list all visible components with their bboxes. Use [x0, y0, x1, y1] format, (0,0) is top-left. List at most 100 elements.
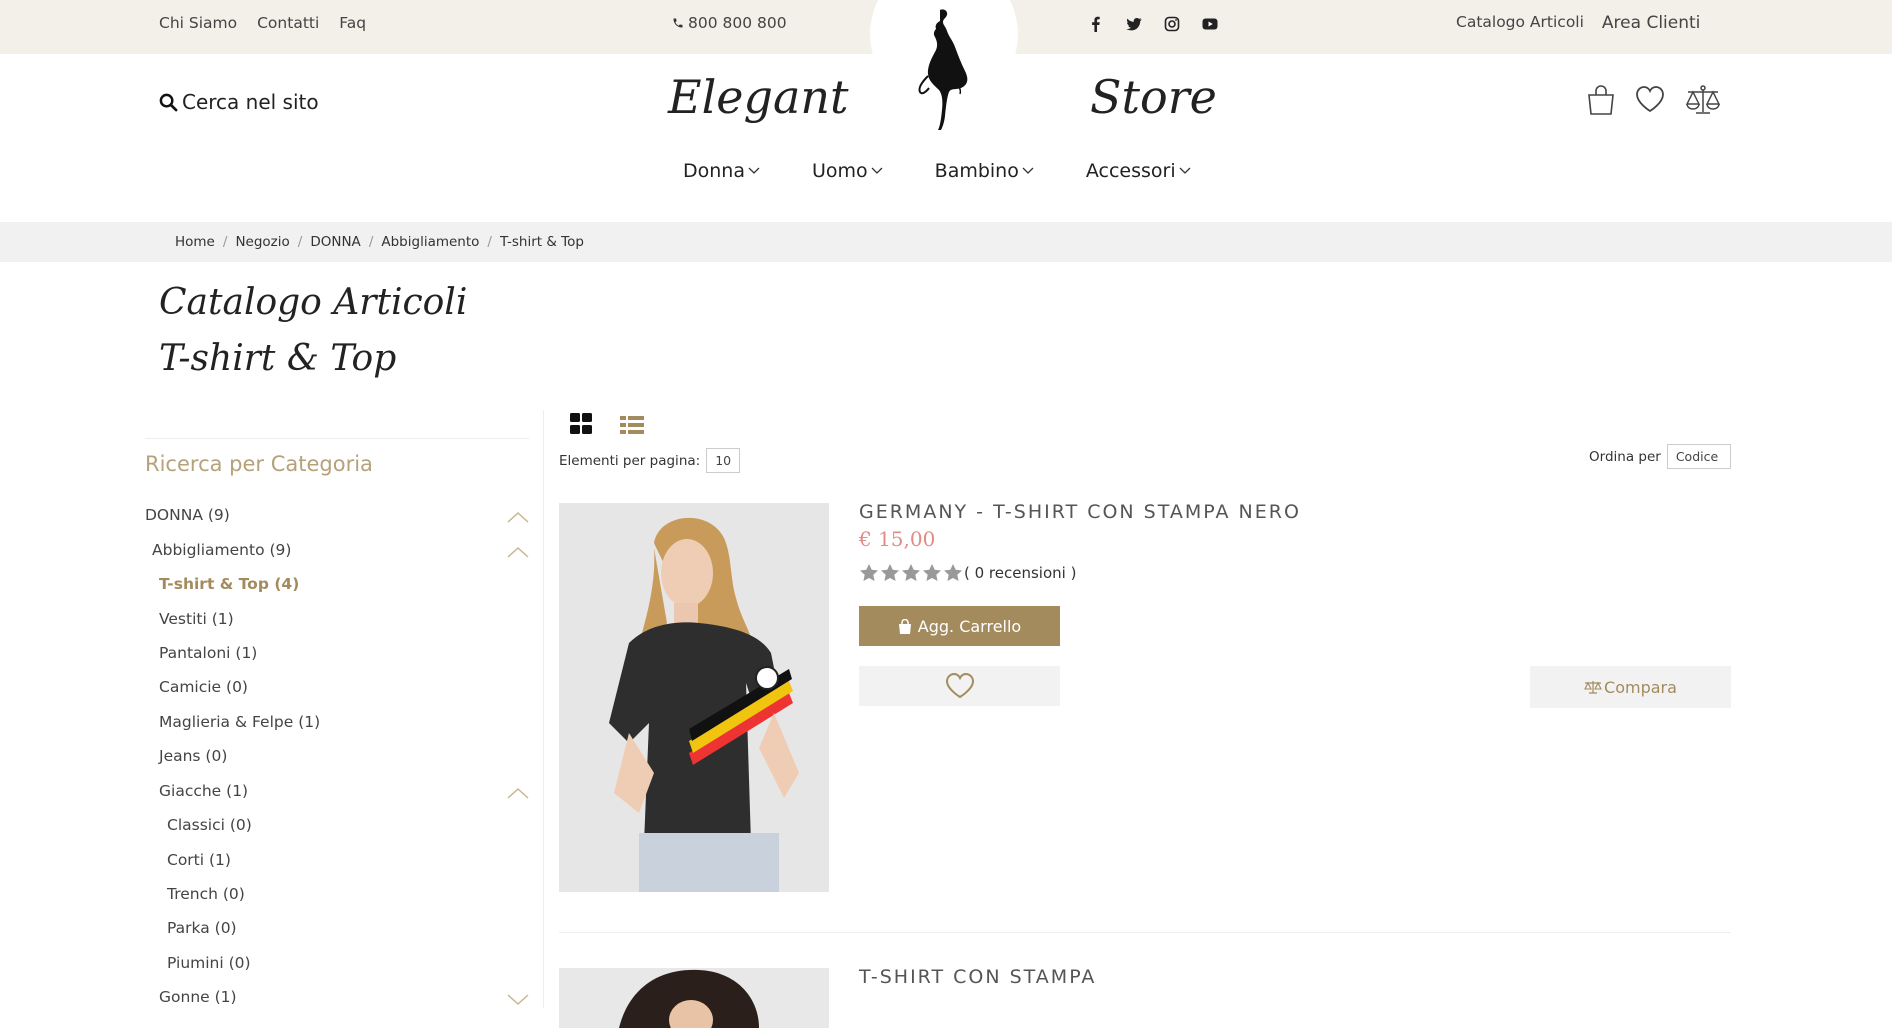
- scale-icon: [1584, 681, 1602, 694]
- nav-item-accessori[interactable]: Accessori: [1086, 160, 1191, 182]
- add-to-cart-label: Agg. Carrello: [917, 616, 1022, 636]
- phone-icon: [673, 18, 683, 28]
- chevron-down-icon: [1022, 167, 1034, 174]
- phone-number: 800 800 800: [688, 14, 787, 32]
- breadcrumb-separator: /: [368, 234, 374, 250]
- nav-item-uomo[interactable]: Uomo: [812, 160, 883, 182]
- category-camicie[interactable]: Camicie (0): [159, 678, 248, 696]
- compare-button[interactable]: Compara: [1530, 666, 1731, 708]
- nav-label: Uomo: [811, 160, 868, 182]
- product-image[interactable]: [559, 968, 829, 1028]
- main-nav: Donna Uomo Bambino Accessori: [683, 160, 1243, 182]
- scale-icon[interactable]: [1684, 84, 1722, 120]
- instagram-icon[interactable]: [1164, 16, 1180, 32]
- chevron-down-icon: [871, 167, 883, 174]
- category-corti[interactable]: Corti (1): [167, 851, 231, 869]
- product-price: € 15,00: [859, 527, 936, 551]
- category-giacche[interactable]: Giacche (1): [159, 782, 248, 800]
- sidebar-divider: [145, 438, 529, 439]
- customer-area-link[interactable]: Area Clienti: [1602, 13, 1700, 33]
- category-parka[interactable]: Parka (0): [167, 919, 237, 937]
- chevron-down-icon[interactable]: [506, 993, 530, 1007]
- category-vestiti[interactable]: Vestiti (1): [159, 610, 234, 628]
- chevron-down-icon: [1179, 167, 1191, 174]
- add-to-cart-button[interactable]: Agg. Carrello: [859, 606, 1060, 646]
- category-pantaloni[interactable]: Pantaloni (1): [159, 644, 257, 662]
- chevron-up-icon[interactable]: [506, 510, 530, 524]
- product-divider: [559, 932, 1731, 933]
- order-by-label: Ordina per: [1589, 448, 1661, 465]
- top-links: Chi Siamo Contatti Faq: [159, 14, 366, 32]
- content-divider: [543, 410, 544, 1008]
- product-image[interactable]: [559, 503, 829, 892]
- shopping-bag-icon: [898, 618, 911, 634]
- brand-name-right[interactable]: Store: [1090, 70, 1217, 124]
- chevron-down-icon: [748, 167, 760, 174]
- compare-label: Compara: [1604, 677, 1677, 697]
- add-to-wishlist-button[interactable]: [859, 666, 1060, 706]
- category-classici[interactable]: Classici (0): [167, 816, 252, 834]
- contatti-link[interactable]: Contatti: [257, 14, 319, 32]
- product-title[interactable]: T-SHIRT CON STAMPA: [859, 966, 1096, 988]
- youtube-icon[interactable]: [1202, 16, 1218, 32]
- phone-contact[interactable]: 800 800 800: [672, 14, 787, 32]
- star-icon: [944, 564, 962, 581]
- search-icon: [159, 93, 178, 111]
- page-subtitle: T-shirt & Top: [159, 338, 397, 379]
- category-abbigliamento[interactable]: Abbigliamento (9): [152, 541, 291, 559]
- heart-icon: [945, 672, 974, 699]
- review-count[interactable]: ( 0 recensioni ): [964, 564, 1076, 582]
- social-links: [1088, 16, 1218, 32]
- category-jeans[interactable]: Jeans (0): [159, 747, 227, 765]
- facebook-icon[interactable]: [1088, 16, 1104, 32]
- category-maglieria-felpe[interactable]: Maglieria & Felpe (1): [159, 713, 320, 731]
- order-by: Ordina per Codice: [1589, 444, 1731, 469]
- star-icon: [860, 564, 878, 581]
- logo-figure[interactable]: [910, 6, 972, 142]
- category-piumini[interactable]: Piumini (0): [167, 954, 251, 972]
- chevron-up-icon[interactable]: [506, 786, 530, 800]
- star-icon: [902, 564, 920, 581]
- category-trench[interactable]: Trench (0): [167, 885, 245, 903]
- twitter-icon[interactable]: [1126, 16, 1142, 32]
- list-view-icon[interactable]: [620, 415, 644, 435]
- grid-view-icon[interactable]: [570, 413, 592, 435]
- search-label: Cerca nel sito: [182, 90, 319, 114]
- shopping-bag-icon[interactable]: [1586, 84, 1616, 120]
- breadcrumb-home[interactable]: Home: [175, 234, 215, 250]
- nav-label: Donna: [683, 160, 745, 182]
- category-search-title: Ricerca per Categoria: [145, 452, 373, 476]
- account-links: Catalogo Articoli Area Clienti: [1456, 13, 1700, 33]
- breadcrumb-bar: Home / Negozio / DONNA / Abbigliamento /…: [0, 222, 1892, 262]
- category-tshirt-top[interactable]: T-shirt & Top (4): [159, 575, 299, 593]
- chevron-up-icon[interactable]: [506, 545, 530, 559]
- star-icon: [923, 564, 941, 581]
- per-page-label: Elementi per pagina:: [559, 452, 701, 469]
- faq-link[interactable]: Faq: [339, 14, 366, 32]
- per-page-select[interactable]: 10: [706, 448, 741, 473]
- breadcrumb: Home / Negozio / DONNA / Abbigliamento /…: [175, 234, 584, 250]
- site-search[interactable]: Cerca nel sito: [159, 90, 319, 114]
- order-by-select[interactable]: Codice: [1666, 444, 1731, 469]
- breadcrumb-donna[interactable]: DONNA: [310, 234, 360, 250]
- heart-icon[interactable]: [1634, 84, 1666, 120]
- nav-item-donna[interactable]: Donna: [683, 160, 760, 182]
- category-gonne[interactable]: Gonne (1): [159, 988, 237, 1006]
- brand-name-left[interactable]: Elegant: [668, 70, 849, 124]
- breadcrumb-separator: /: [487, 234, 492, 250]
- star-icon: [881, 564, 899, 581]
- product-rating: ( 0 recensioni ): [859, 563, 1076, 583]
- items-per-page: Elementi per pagina: 10: [559, 448, 741, 473]
- page-title: Catalogo Articoli: [159, 282, 468, 323]
- product-title[interactable]: GERMANY - T-SHIRT CON STAMPA NERO: [859, 501, 1301, 523]
- breadcrumb-negozio[interactable]: Negozio: [235, 234, 289, 250]
- breadcrumb-separator: /: [297, 234, 303, 250]
- header-icons: [1586, 84, 1722, 120]
- category-donna[interactable]: DONNA (9): [145, 506, 230, 524]
- catalog-link[interactable]: Catalogo Articoli: [1456, 13, 1584, 33]
- breadcrumb-abbigliamento[interactable]: Abbigliamento: [381, 234, 479, 250]
- nav-label: Accessori: [1085, 160, 1176, 182]
- chi-siamo-link[interactable]: Chi Siamo: [159, 14, 237, 32]
- nav-item-bambino[interactable]: Bambino: [935, 160, 1034, 182]
- breadcrumb-current: T-shirt & Top: [499, 234, 584, 250]
